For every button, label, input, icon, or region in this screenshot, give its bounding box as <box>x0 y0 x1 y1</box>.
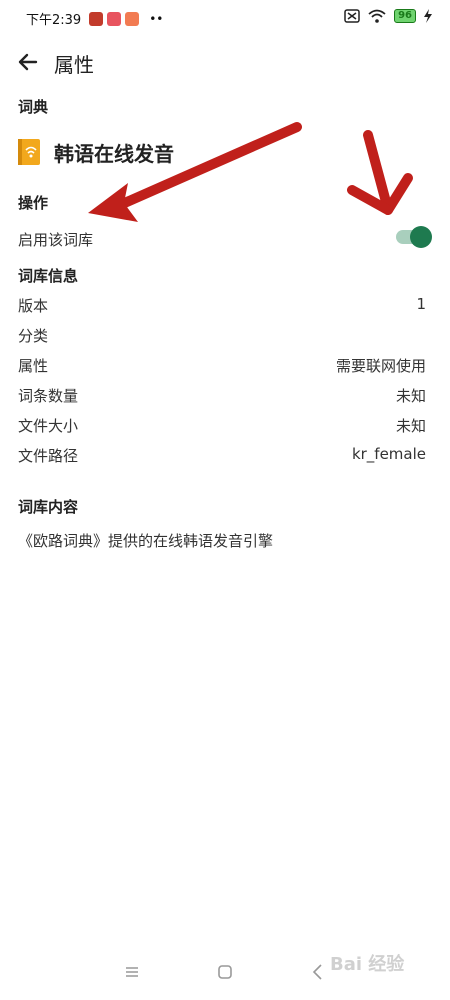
app-notification-icon <box>89 11 104 26</box>
info-row-entries: 词条数量 未知 <box>18 385 426 409</box>
path-value: kr_female <box>351 445 426 463</box>
info-row-property: 属性 需要联网使用 <box>18 355 426 379</box>
enable-dictionary-label: 启用该词库 <box>18 231 94 249</box>
enable-dictionary-row[interactable]: 启用该词库 <box>18 229 426 253</box>
status-left: 下午2:39 •• <box>26 9 163 28</box>
status-bar: 下午2:39 •• 96 <box>0 0 450 34</box>
page-title: 属性 <box>54 53 94 77</box>
dictionary-name: 韩语在线发音 <box>54 141 174 166</box>
info-row-size: 文件大小 未知 <box>18 415 426 439</box>
enable-dictionary-toggle[interactable] <box>394 225 434 249</box>
battery-icon: 96 <box>394 9 416 23</box>
status-right: 96 <box>344 9 432 23</box>
charging-icon <box>424 9 432 23</box>
dictionary-row: 韩语在线发音 <box>18 138 174 166</box>
watermark: Bai 经验 <box>330 954 405 975</box>
toggle-thumb <box>410 226 432 248</box>
property-label: 属性 <box>18 357 49 375</box>
status-more-dots: •• <box>149 11 164 26</box>
wifi-icon <box>368 9 386 23</box>
app-notification-icon <box>125 11 140 26</box>
home-icon[interactable] <box>215 962 235 982</box>
info-row-category: 分类 <box>18 325 426 349</box>
menu-icon[interactable] <box>122 962 142 982</box>
size-value: 未知 <box>395 417 426 435</box>
section-title-operation: 操作 <box>18 194 49 212</box>
info-row-path: 文件路径 kr_female <box>18 445 426 469</box>
section-title-info: 词库信息 <box>18 267 79 285</box>
status-time: 下午2:39 <box>26 13 82 28</box>
entries-value: 未知 <box>395 387 426 405</box>
category-label: 分类 <box>18 327 49 345</box>
back-arrow-icon[interactable] <box>14 48 42 76</box>
section-title-content: 词库内容 <box>18 498 79 516</box>
app-bar: 属性 <box>0 42 450 82</box>
dictionary-book-icon <box>18 139 40 165</box>
dictionary-description: 《欧路词典》提供的在线韩语发音引擎 <box>18 532 274 550</box>
back-icon[interactable] <box>308 962 328 982</box>
app-notification-icon <box>107 11 122 26</box>
entries-label: 词条数量 <box>18 387 79 405</box>
section-title-dictionary: 词典 <box>18 98 49 116</box>
version-label: 版本 <box>18 297 49 315</box>
info-row-version: 版本 1 <box>18 295 426 319</box>
property-value: 需要联网使用 <box>335 357 426 375</box>
size-label: 文件大小 <box>18 417 79 435</box>
sim-off-icon <box>344 9 360 23</box>
annotation-arrow-down <box>347 130 413 215</box>
version-value: 1 <box>416 295 426 313</box>
path-label: 文件路径 <box>18 447 79 465</box>
